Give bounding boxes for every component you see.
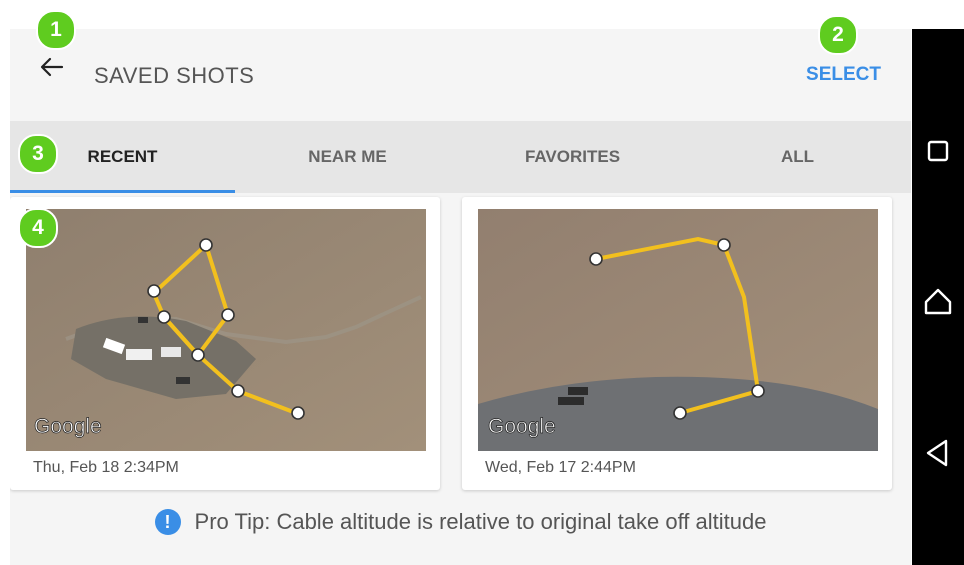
recent-apps-button[interactable] (912, 125, 964, 177)
tab-bar: RECENT NEAR ME FAVORITES ALL (10, 121, 911, 193)
tab-near-me[interactable]: NEAR ME (235, 121, 460, 193)
map-attribution: Google (488, 415, 556, 438)
exclamation-icon: ! (154, 509, 181, 535)
back-icon (926, 439, 948, 467)
shot-card[interactable]: Google Wed, Feb 17 2:44PM (462, 197, 892, 490)
home-icon (924, 288, 952, 315)
annotation-badge: 3 (18, 134, 58, 174)
shot-card[interactable]: Google Thu, Feb 18 2:34PM (10, 197, 440, 490)
map-attribution: Google (34, 415, 102, 438)
annotation-badge: 2 (818, 15, 858, 55)
arrow-left-icon (40, 57, 64, 77)
shot-date: Wed, Feb 17 2:44PM (485, 459, 636, 476)
pro-tip-text: Pro Tip: Cable altitude is relative to o… (194, 509, 767, 534)
active-tab-indicator (10, 190, 235, 193)
system-navigation-bar (912, 29, 964, 565)
system-back-button[interactable] (912, 427, 964, 479)
annotation-badge: 1 (36, 10, 76, 50)
app-header: SAVED SHOTS SELECT (10, 29, 911, 121)
pro-tip-banner: ! Pro Tip: Cable altitude is relative to … (10, 509, 911, 565)
tab-all[interactable]: ALL (685, 121, 910, 193)
recent-apps-icon (927, 140, 949, 162)
annotation-badge: 4 (18, 208, 58, 248)
page-title: SAVED SHOTS (94, 63, 255, 88)
saved-shots-screen: SAVED SHOTS SELECT RECENT NEAR ME FAVORI… (10, 29, 911, 565)
shot-date: Thu, Feb 18 2:34PM (33, 459, 179, 476)
shot-map-thumbnail: Google (26, 209, 426, 451)
shot-map-thumbnail: Google (478, 209, 878, 451)
back-button[interactable] (36, 51, 68, 83)
tab-favorites[interactable]: FAVORITES (460, 121, 685, 193)
select-button[interactable]: SELECT (806, 64, 881, 86)
home-button[interactable] (912, 277, 964, 329)
